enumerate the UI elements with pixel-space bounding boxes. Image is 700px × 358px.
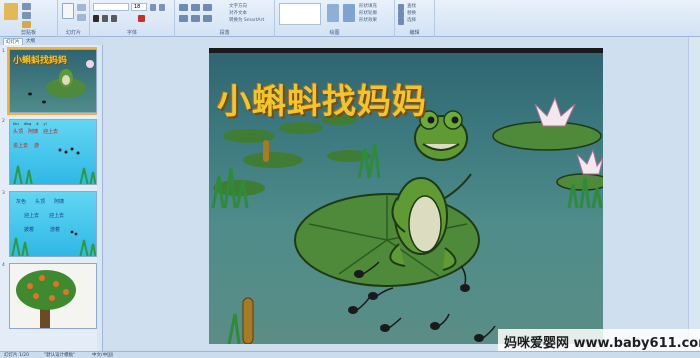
ribbon-group-paragraph: 文字方向 对齐文本 转换为 SmartArt 段落 bbox=[175, 0, 275, 37]
align-left-icon[interactable] bbox=[179, 15, 188, 22]
watermark: 妈咪爱婴网 www.baby611.com bbox=[498, 329, 700, 351]
paste-icon[interactable] bbox=[4, 3, 18, 20]
editor-scrollbar[interactable] bbox=[688, 37, 700, 351]
panel-scrollbar[interactable] bbox=[97, 45, 102, 351]
shapes-gallery[interactable] bbox=[279, 3, 321, 25]
find-button[interactable]: 查找 bbox=[407, 3, 416, 9]
group-label-slides: 幻灯片 bbox=[65, 30, 81, 36]
text-direction-button[interactable]: 文字方向 bbox=[229, 3, 247, 9]
group-label-paragraph: 段落 bbox=[219, 30, 230, 36]
slide-thumbnail-2[interactable]: tóu dǐng ā yí 头顶 阿姨 迎上去 追上去 游 bbox=[9, 119, 97, 185]
slide-number-1: 1 bbox=[2, 49, 5, 54]
font-color-icon[interactable] bbox=[138, 15, 145, 22]
layout-icon[interactable] bbox=[77, 4, 86, 11]
thumb3-art bbox=[11, 230, 96, 256]
shape-outline-button[interactable]: 形状轮廓 bbox=[359, 10, 377, 16]
font-size-value: 18 bbox=[134, 4, 141, 10]
status-theme: "默认设计模板" bbox=[44, 353, 76, 358]
ribbon-group-clipboard: 剪贴板 bbox=[0, 0, 58, 37]
ribbon: 剪贴板 幻灯片 18 字体 文字方向 对齐文本 转换为 SmartArt 段落 bbox=[0, 0, 700, 37]
bullets-icon[interactable] bbox=[179, 4, 188, 11]
italic-icon[interactable] bbox=[102, 15, 108, 22]
smartart-button[interactable]: 转换为 SmartArt bbox=[229, 17, 264, 23]
thumb1-art bbox=[28, 60, 94, 104]
select-button[interactable]: 选择 bbox=[407, 17, 416, 23]
ribbon-group-editing: 查找 替换 选择 编辑 bbox=[395, 0, 435, 37]
font-name-combo[interactable] bbox=[93, 3, 129, 11]
grow-font-icon[interactable] bbox=[150, 4, 156, 11]
replace-button[interactable]: 替换 bbox=[407, 10, 416, 16]
group-label-clipboard: 剪贴板 bbox=[20, 30, 36, 36]
panel-tabs: 幻灯片 大纲 bbox=[0, 37, 103, 45]
ribbon-group-font: 18 字体 bbox=[90, 0, 175, 37]
replace-icon bbox=[398, 11, 404, 18]
quick-styles-icon[interactable] bbox=[343, 4, 355, 22]
slide-thumbnail-3[interactable]: 灰色 头顶 阿姨 迎上去 迎上去 披着 游着 bbox=[9, 191, 97, 257]
group-label-font: 字体 bbox=[126, 30, 137, 36]
select-icon bbox=[398, 18, 404, 25]
font-size-combo[interactable]: 18 bbox=[131, 3, 147, 11]
slide-title[interactable]: 小蝌蚪找妈妈 bbox=[217, 74, 427, 123]
ribbon-group-slides: 幻灯片 bbox=[58, 0, 90, 37]
group-label-editing: 编辑 bbox=[409, 30, 420, 36]
slide-number-2: 2 bbox=[2, 119, 5, 124]
new-slide-icon[interactable] bbox=[62, 3, 74, 19]
align-center-icon[interactable] bbox=[191, 15, 200, 22]
status-slide-info: 幻灯片 1/20 bbox=[4, 353, 30, 358]
watermark-text: 妈咪爱婴网 www.baby611.com bbox=[504, 336, 700, 351]
editing-area: 小蝌蚪找妈妈 bbox=[104, 37, 700, 351]
align-right-icon[interactable] bbox=[203, 15, 212, 22]
shape-fill-button[interactable]: 形状填充 bbox=[359, 3, 377, 9]
status-bar: 幻灯片 1/20 "默认设计模板" 中文(中国) bbox=[0, 351, 700, 358]
tab-outline[interactable]: 大纲 bbox=[24, 38, 37, 45]
align-text-button[interactable]: 对齐文本 bbox=[229, 10, 247, 16]
slide-number-3: 3 bbox=[2, 191, 5, 196]
thumb2-art bbox=[13, 147, 96, 184]
format-painter-icon[interactable] bbox=[22, 21, 31, 28]
numbering-icon[interactable] bbox=[191, 4, 200, 11]
group-label-drawing: 绘图 bbox=[329, 30, 340, 36]
shrink-font-icon[interactable] bbox=[159, 4, 165, 11]
indent-icon[interactable] bbox=[203, 4, 212, 11]
tab-slides[interactable]: 幻灯片 bbox=[3, 38, 23, 45]
status-language: 中文(中国) bbox=[92, 353, 114, 358]
slide-canvas[interactable]: 小蝌蚪找妈妈 bbox=[209, 48, 603, 344]
thumb4-tree-art bbox=[16, 270, 76, 328]
find-icon bbox=[398, 4, 404, 11]
slide-thumbnail-1[interactable]: 小蝌蚪找妈妈 bbox=[7, 47, 99, 115]
cut-icon[interactable] bbox=[22, 3, 31, 10]
slides-panel: 幻灯片 大纲 1 小蝌蚪找妈妈 2 tóu dǐng ā yí 头顶 阿姨 迎上… bbox=[0, 37, 103, 351]
reset-icon[interactable] bbox=[77, 14, 86, 21]
underline-icon[interactable] bbox=[111, 15, 117, 22]
bold-icon[interactable] bbox=[93, 15, 99, 22]
shape-effects-button[interactable]: 形状效果 bbox=[359, 17, 377, 23]
arrange-icon[interactable] bbox=[327, 4, 339, 22]
slide-number-4: 4 bbox=[2, 263, 5, 268]
slide-thumbnail-4[interactable] bbox=[9, 263, 97, 329]
ribbon-group-drawing: 形状填充 形状轮廓 形状效果 绘图 bbox=[275, 0, 395, 37]
copy-icon[interactable] bbox=[22, 12, 31, 19]
